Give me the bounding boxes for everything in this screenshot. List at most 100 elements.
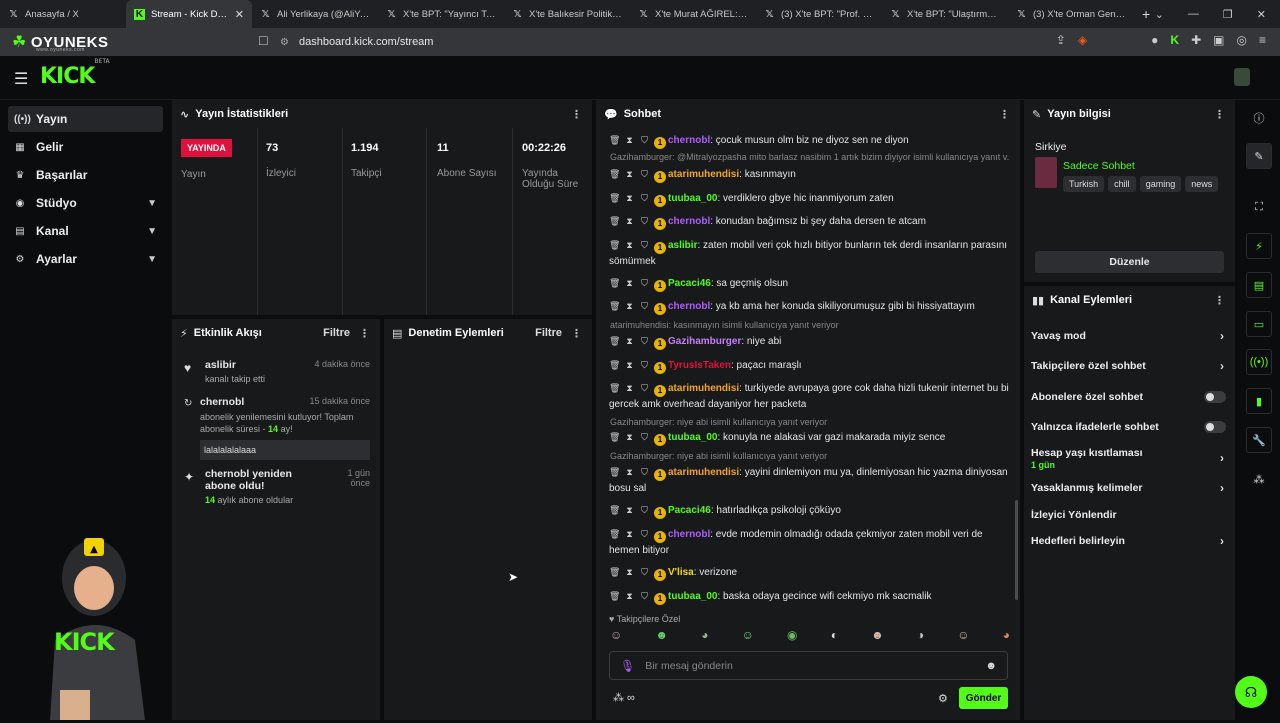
vpn-icon[interactable]: ◎ [1237,33,1247,47]
delete-icon[interactable]: 🗑 [609,589,620,604]
chat-username[interactable]: tuubaa_00 [668,193,717,204]
emote-icon[interactable]: ◕ [701,628,708,646]
ban-icon[interactable]: ⛉ [639,589,650,604]
user-avatar[interactable] [1234,68,1250,86]
close-window-icon[interactable]: ✕ [1257,8,1266,21]
ban-icon[interactable]: ⛉ [639,276,650,291]
action-slow-mode[interactable]: Yavaş mod › [1031,329,1226,343]
action-banned-words[interactable]: Yasaklanmış kelimeler › [1031,481,1226,495]
emote-icon[interactable]: ◉ [787,628,797,646]
chat-username[interactable]: aslibir [668,240,697,251]
emote-icon[interactable]: ☻ [871,628,884,646]
puzzle-icon[interactable]: ✚ [1191,33,1201,47]
emote-icon[interactable]: ☺ [957,628,969,646]
info-icon[interactable]: ⓘ [1246,105,1272,131]
chat-username[interactable]: Pacaci46 [668,278,711,289]
ban-icon[interactable]: ⛉ [639,358,650,373]
action-subscribers-only[interactable]: Abonelere özel sohbet [1031,391,1226,403]
sidebar-item-kanal[interactable]: ▤ Kanal ▼ [8,218,163,244]
ban-icon[interactable]: ⛉ [639,214,650,229]
bolt-rail-icon[interactable]: ⚡ [1246,233,1272,259]
chat-message[interactable]: 🗑 ⧗ ⛉ 1 chernobl: ya kb ama her konuda sikil… [609,299,1009,315]
delete-icon[interactable]: 🗑 [609,381,620,396]
brave-shield-icon[interactable]: ◈ [1078,33,1087,47]
chat-username[interactable]: chernobl [668,301,710,312]
ban-icon[interactable]: ⛉ [639,465,650,480]
timeout-icon[interactable]: ⧗ [624,133,635,148]
url-field[interactable]: ⚙ dashboard.kick.com/stream [280,31,1000,53]
chat-username[interactable]: chernobl [668,135,710,146]
sidebar-item-yayin[interactable]: ((•)) Yayın [8,106,163,132]
points-icon[interactable]: ⁂ ∞ [613,691,635,704]
timeout-icon[interactable]: ⧗ [624,358,635,373]
delete-icon[interactable]: 🗑 [609,430,620,445]
delete-icon[interactable]: 🗑 [609,299,620,314]
actions-rail-icon[interactable]: ▮ [1246,388,1272,414]
emote-only-toggle[interactable] [1204,421,1226,433]
chat-input[interactable]: 🎙 Bir mesaj gönderin ☻ [609,651,1008,680]
timeout-icon[interactable]: ⧗ [624,565,635,580]
edit-button[interactable]: Düzenle [1035,251,1224,273]
chat-message[interactable]: 🗑 ⧗ ⛉ 1 Gazihamburger: niye abi [609,334,1009,350]
chat-settings-icon[interactable]: ⚙ [938,692,948,705]
browser-tab[interactable]: 𝕏 Anasayfa / X [0,0,126,28]
emote-icon[interactable]: ☺ [742,628,754,646]
emoji-icon[interactable]: ☻ [985,660,997,672]
timeout-icon[interactable]: ⧗ [624,465,635,480]
chat-message[interactable]: 🗑 ⧗ ⛉ 1 atarimuhendisi: yayini dinlemiyon mu… [609,465,1009,496]
browser-tab[interactable]: 𝕏Ali Yerlikaya (@AliYerlikaya [252,0,378,28]
emote-icon[interactable]: ☻ [655,628,668,646]
document-rail-icon[interactable]: ▤ [1246,272,1272,298]
action-followers-only[interactable]: Takipçilere özel sohbet › [1031,359,1226,373]
chat-message[interactable]: 🗑 ⧗ ⛉ 1 V'lisa: verizone [609,565,1009,581]
kick-logo[interactable]: KICKBETA [40,58,110,89]
chat-username[interactable]: Pacaci46 [668,505,711,516]
browser-tab[interactable]: 𝕏X'te BPT: "Ulaştırma Bakan [882,0,1008,28]
ban-icon[interactable]: ⛉ [639,191,650,206]
layout-icon[interactable]: ⛶ [1246,194,1272,220]
extension-icon[interactable]: ● [1151,33,1158,47]
chat-username[interactable]: atarimuhendisi [668,169,739,180]
ban-icon[interactable]: ⛉ [639,238,650,253]
chat-username[interactable]: atarimuhendisi [668,467,739,478]
broadcast-rail-icon[interactable]: ((•)) [1246,349,1272,375]
maximize-icon[interactable]: ❐ [1223,8,1233,21]
timeout-icon[interactable]: ⧗ [624,276,635,291]
delete-icon[interactable]: 🗑 [609,527,620,542]
browser-tab[interactable]: 𝕏(3) X'te BPT: "Prof. Dr. Övg [756,0,882,28]
sidebar-item-basarilar[interactable]: ♛ Başarılar [8,162,163,188]
sidebar-item-studyo[interactable]: ◉ Stüdyo ▼ [8,190,163,216]
menu-icon[interactable]: ≡ [1259,33,1266,47]
chat-username[interactable]: tuubaa_00 [668,591,717,602]
timeout-icon[interactable]: ⧗ [624,214,635,229]
more-options-icon[interactable]: ⋮ [1214,108,1225,121]
chat-username[interactable]: chernobl [668,529,710,540]
ban-icon[interactable]: ⛉ [639,503,650,518]
timeout-icon[interactable]: ⧗ [624,334,635,349]
filter-button[interactable]: Filtre [535,327,562,339]
chat-message[interactable]: 🗑 ⧗ ⛉ 1 tuubaa_00: verdiklero gbye hic inanm… [609,191,1009,207]
bookmark-icon[interactable]: ☐ [258,34,269,48]
tab-search-icon[interactable]: ⌄ [1155,8,1164,21]
site-info-icon[interactable]: ⚙ [280,37,289,48]
share-icon[interactable]: ⇪ [1056,33,1066,47]
browser-tab[interactable]: 𝕏X'te Murat AĞIREL: "Sındı [630,0,756,28]
subscribers-only-toggle[interactable] [1204,391,1226,403]
chat-username[interactable]: tuubaa_00 [668,432,717,443]
more-options-icon[interactable]: ⋮ [359,327,370,340]
emote-icon[interactable]: ◕ [1003,628,1010,646]
sidebar-icon[interactable]: ▣ [1213,33,1224,47]
wrench-rail-icon[interactable]: 🔧 [1246,427,1272,453]
delete-icon[interactable]: 🗑 [609,133,620,148]
chat-username[interactable]: TyrusIsTaken [668,360,731,371]
microphone-icon[interactable]: 🎙 [620,659,635,673]
timeout-icon[interactable]: ⧗ [624,238,635,253]
filter-button[interactable]: Filtre [323,327,350,339]
delete-icon[interactable]: 🗑 [609,503,620,518]
action-goals[interactable]: Hedefleri belirleyin › [1031,534,1226,548]
minimize-icon[interactable]: — [1188,8,1199,20]
chat-username[interactable]: chernobl [668,216,710,227]
chat-message[interactable]: 🗑 ⧗ ⛉ 1 atarimuhendisi: kasınmayın [609,167,1009,183]
emote-icon[interactable]: ☺ [610,628,622,646]
chat-message[interactable]: 🗑 ⧗ ⛉ 1 tuubaa_00: baska odaya gecince wifi … [609,589,1009,605]
